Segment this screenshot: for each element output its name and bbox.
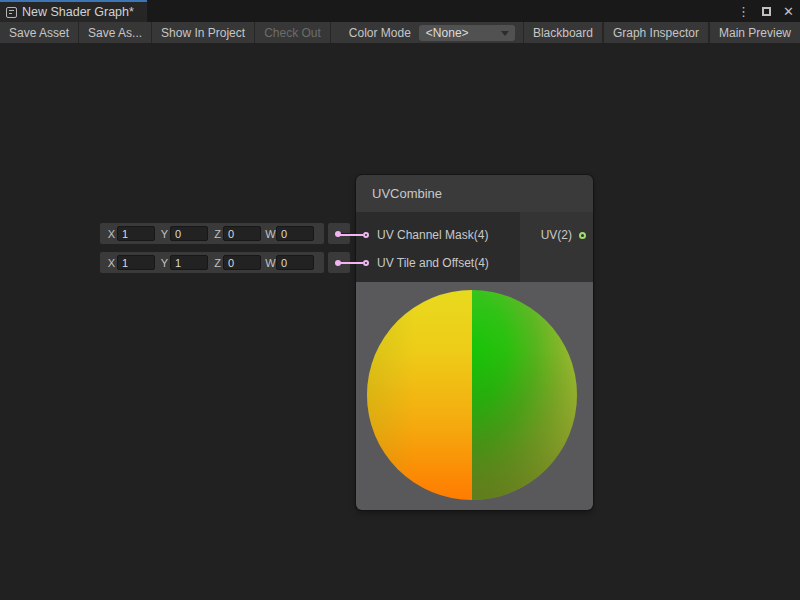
close-icon[interactable]: ✕ [783, 5, 794, 18]
axis-label-y: Y [159, 228, 170, 240]
node-header[interactable]: UVCombine [356, 175, 593, 212]
save-as-button[interactable]: Save As... [79, 22, 152, 43]
menu-kebab-icon[interactable]: ⋮ [737, 5, 750, 18]
vector-field-w[interactable] [276, 226, 314, 241]
blackboard-button[interactable]: Blackboard [523, 22, 603, 43]
preview-sphere [367, 290, 577, 500]
axis-label-w: W [265, 228, 276, 240]
node-body: UV Channel Mask(4) UV Tile and Offset(4)… [356, 212, 593, 282]
output-port-icon[interactable] [579, 232, 586, 239]
edge-uv-tile-offset[interactable] [340, 262, 363, 264]
node-uvcombine[interactable]: UVCombine UV Channel Mask(4) UV Tile and… [356, 175, 593, 510]
check-out-button: Check Out [255, 22, 331, 43]
axis-label-y: Y [159, 257, 170, 269]
axis-label-z: Z [212, 257, 223, 269]
chevron-down-icon [501, 31, 509, 36]
color-mode-value: <None> [426, 26, 469, 40]
vector4-input-row-1: X Y Z W [100, 223, 324, 244]
graph-inspector-button[interactable]: Graph Inspector [603, 22, 709, 43]
show-in-project-button[interactable]: Show In Project [152, 22, 255, 43]
save-asset-button[interactable]: Save Asset [0, 22, 79, 43]
axis-label-w: W [265, 257, 276, 269]
output-port-uv[interactable]: UV(2) [541, 229, 586, 241]
toolbar: Save Asset Save As... Show In Project Ch… [0, 22, 800, 43]
input-port-uv-channel-mask[interactable]: UV Channel Mask(4) [363, 229, 488, 241]
axis-label-z: Z [212, 228, 223, 240]
shader-graph-icon [6, 7, 17, 18]
maximize-icon[interactable] [762, 7, 771, 16]
input-port-icon[interactable] [363, 232, 369, 238]
color-mode-label: Color Mode [349, 22, 419, 43]
vector-field-x[interactable] [117, 255, 155, 270]
graph-canvas[interactable]: X Y Z W X Y Z W UVCombine UV Chann [0, 43, 800, 600]
vector-field-z[interactable] [223, 255, 261, 270]
node-output-column [520, 212, 593, 282]
vector-field-y[interactable] [170, 255, 208, 270]
input-port-label: UV Channel Mask(4) [377, 228, 488, 242]
input-port-label: UV Tile and Offset(4) [377, 256, 489, 270]
vector-field-w[interactable] [276, 255, 314, 270]
input-port-uv-tile-offset[interactable]: UV Tile and Offset(4) [363, 257, 489, 269]
output-port-label: UV(2) [541, 228, 572, 242]
main-preview-button[interactable]: Main Preview [709, 22, 800, 43]
node-preview [356, 282, 593, 510]
color-mode-dropdown[interactable]: <None> [419, 25, 515, 41]
vector-field-x[interactable] [117, 226, 155, 241]
node-title: UVCombine [372, 186, 442, 201]
toolbar-spacer [331, 22, 349, 43]
edge-uv-channel-mask[interactable] [340, 234, 363, 236]
vector-field-z[interactable] [223, 226, 261, 241]
tab-title: New Shader Graph* [22, 5, 134, 19]
title-bar: New Shader Graph* ⋮ ✕ [0, 0, 800, 22]
sphere-right-gradient [472, 290, 577, 500]
tab-new-shader-graph[interactable]: New Shader Graph* [0, 0, 147, 22]
vector4-input-row-2: X Y Z W [100, 252, 324, 273]
axis-label-x: X [106, 228, 117, 240]
input-port-icon[interactable] [363, 260, 369, 266]
axis-label-x: X [106, 257, 117, 269]
vector-field-y[interactable] [170, 226, 208, 241]
sphere-left-gradient [367, 290, 472, 500]
